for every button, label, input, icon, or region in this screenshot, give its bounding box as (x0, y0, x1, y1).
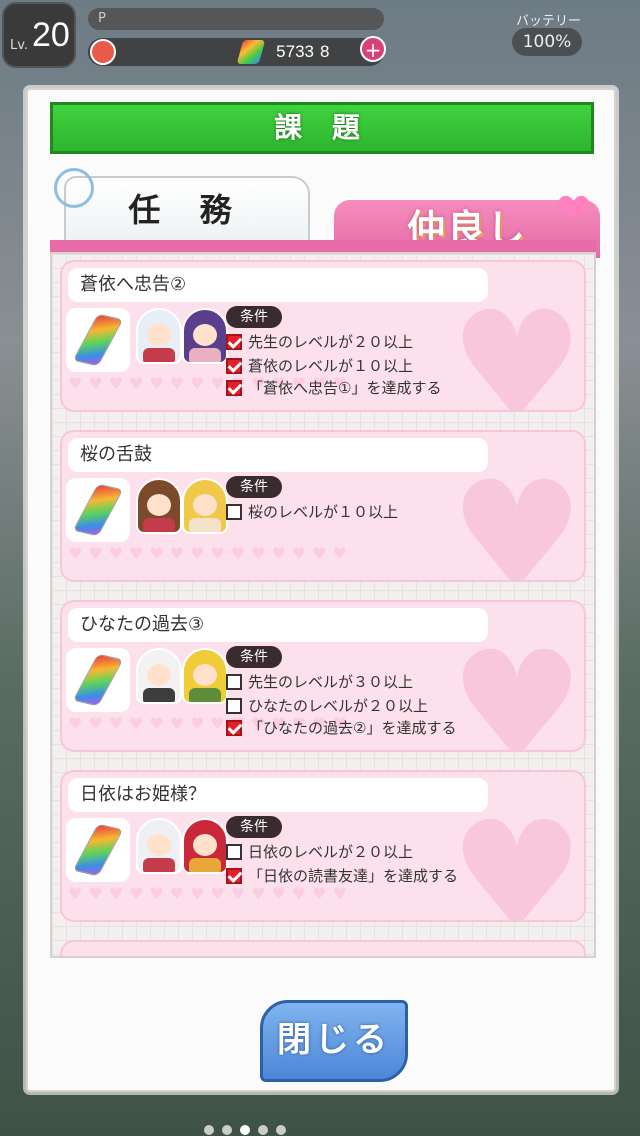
heart-icon: ♥ (449, 790, 584, 922)
heart-pattern: ♥♥♥♥♥♥♥♥♥♥♥♥♥♥ (68, 884, 353, 903)
checkbox-unchecked-icon (226, 844, 242, 860)
battery-value: 100% (512, 28, 582, 56)
page-dot (276, 1125, 286, 1135)
player-bar: P (88, 8, 384, 30)
heart-icon: ❤ (556, 184, 592, 233)
checkbox-checked-icon (226, 358, 242, 374)
dialog-title: 課 題 (50, 102, 594, 154)
condition-text: 「蒼依へ忠告①」を達成する (248, 379, 442, 397)
avatar (182, 478, 228, 534)
page-dot (204, 1125, 214, 1135)
quest-card[interactable]: ♥ ♥♥♥♥♥♥♥♥♥♥♥♥♥♥ ひなたの過去③ 条件 先生のレベルが３０以上 … (60, 600, 586, 752)
crystal-count: 8 (320, 42, 330, 61)
condition-label: 条件 (226, 476, 282, 498)
condition-row: ひなたのレベルが２０以上 (226, 696, 428, 716)
quest-card[interactable]: ♥ ♥♥♥♥♥♥♥♥♥♥♥♥♥♥ 蒼依へ忠告② 条件 先生のレベルが２０以上 蒼… (60, 260, 586, 412)
tab-mission[interactable]: 任 務 (54, 168, 310, 244)
quest-card[interactable] (60, 940, 586, 956)
reward-box (66, 478, 130, 542)
quest-title: 日依はお姫様？ (68, 778, 488, 812)
condition-text: 日依のレベルが２０以上 (248, 843, 414, 861)
quest-title: 桜の舌鼓 (68, 438, 488, 472)
heart-icon: ♥ (449, 450, 584, 582)
avatar (182, 308, 228, 364)
page-dot (222, 1125, 232, 1135)
condition-row: 蒼依のレベルが１０以上 (226, 356, 413, 376)
quest-title: 蒼依へ忠告② (68, 268, 488, 302)
condition-text: 桜のレベルが１０以上 (248, 503, 399, 521)
checkbox-checked-icon (226, 720, 242, 736)
condition-label: 条件 (226, 816, 282, 838)
avatar (136, 648, 182, 704)
quest-title: ひなたの過去③ (68, 608, 488, 642)
checkbox-unchecked-icon (226, 674, 242, 690)
checkbox-checked-icon (226, 334, 242, 350)
status-bar: Lv. 20 P 5733 8 + バッテリー 100% (0, 0, 640, 78)
avatar (182, 648, 228, 704)
reward-box (66, 648, 130, 712)
checkbox-unchecked-icon (226, 504, 242, 520)
condition-row: 「蒼依へ忠告①」を達成する (226, 378, 441, 398)
crystal-icon (72, 483, 124, 537)
avatar (136, 818, 182, 874)
quest-dialog: 課 題 任 務 仲良し ❤ ♥ ♥♥♥♥♥♥♥♥♥♥♥♥♥♥ 蒼依へ忠告② 条件… (26, 88, 616, 1092)
reward-box (66, 308, 130, 372)
condition-text: 「ひなたの過去②」を達成する (248, 719, 457, 737)
quest-card[interactable]: ♥ ♥♥♥♥♥♥♥♥♥♥♥♥♥♥ 桜の舌鼓 条件 桜のレベルが１０以上 (60, 430, 586, 582)
condition-row: 「日依の読書友達」を達成する (226, 866, 458, 886)
quest-list[interactable]: ♥ ♥♥♥♥♥♥♥♥♥♥♥♥♥♥ 蒼依へ忠告② 条件 先生のレベルが２０以上 蒼… (50, 252, 596, 958)
avatar (136, 308, 182, 364)
condition-row: 「ひなたの過去②」を達成する (226, 718, 456, 738)
tab-underline (50, 240, 596, 252)
sparkle-icon (54, 168, 94, 208)
checkbox-checked-icon (226, 380, 242, 396)
crystal-icon (72, 653, 124, 707)
avatar (182, 818, 228, 874)
condition-row: 日依のレベルが２０以上 (226, 842, 413, 862)
condition-text: 「日依の読書友達」を達成する (248, 867, 459, 885)
add-crystal-button[interactable]: + (360, 36, 386, 62)
battery-label: バッテリー (516, 14, 582, 29)
condition-text: 蒼依のレベルが１０以上 (248, 357, 414, 375)
reward-box (66, 818, 130, 882)
page-dot-active (240, 1125, 250, 1135)
page-dot (258, 1125, 268, 1135)
heart-icon: ♥ (449, 280, 584, 412)
page-indicator (204, 1120, 444, 1135)
condition-row: 先生のレベルが２０以上 (226, 332, 413, 352)
condition-text: 先生のレベルが３０以上 (248, 673, 414, 691)
quest-card[interactable]: ♥ ♥♥♥♥♥♥♥♥♥♥♥♥♥♥ 日依はお姫様？ 条件 日依のレベルが２０以上 … (60, 770, 586, 922)
condition-label: 条件 (226, 646, 282, 668)
condition-row: 桜のレベルが１０以上 (226, 502, 398, 522)
tab-mission-label: 任 務 (128, 191, 246, 229)
gold-icon (90, 39, 116, 65)
condition-label: 条件 (226, 306, 282, 328)
avatar (136, 478, 182, 534)
condition-text: ひなたのレベルが２０以上 (248, 697, 429, 715)
level-number: 20 (32, 16, 70, 54)
level-prefix: Lv. (10, 38, 29, 53)
condition-row: 先生のレベルが３０以上 (226, 672, 413, 692)
checkbox-checked-icon (226, 868, 242, 884)
heart-icon: ♥ (449, 620, 584, 752)
checkbox-unchecked-icon (226, 698, 242, 714)
crystal-icon (72, 313, 124, 367)
close-button[interactable]: 閉じる (260, 1000, 408, 1082)
gold-bar: 5733 (88, 38, 384, 66)
crystal-icon (72, 823, 124, 877)
level-badge: Lv. 20 (2, 2, 76, 68)
condition-text: 先生のレベルが２０以上 (248, 333, 414, 351)
heart-pattern: ♥♥♥♥♥♥♥♥♥♥♥♥♥♥ (68, 544, 353, 563)
